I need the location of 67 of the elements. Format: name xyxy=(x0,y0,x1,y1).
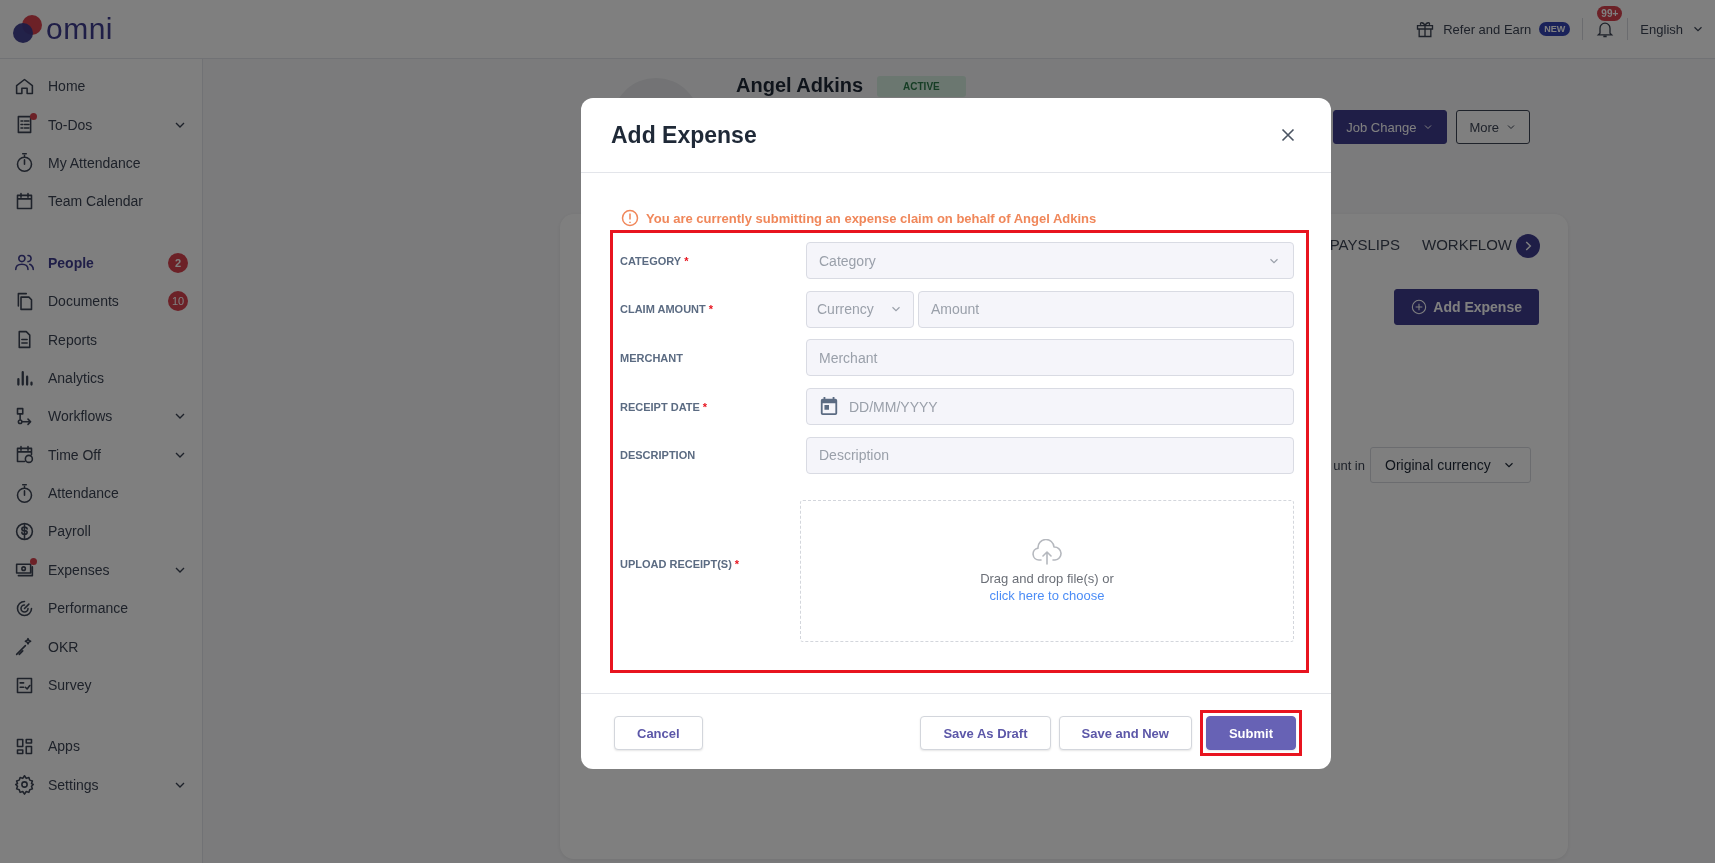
currency-select[interactable]: Original currency xyxy=(1370,447,1531,483)
calendar-icon xyxy=(819,396,839,417)
field-label: MERCHANT xyxy=(620,351,684,364)
status-badge: ACTIVE xyxy=(877,76,966,97)
submit-button[interactable]: Submit xyxy=(1205,716,1296,751)
sidebar-item[interactable]: To-Dos xyxy=(0,105,202,144)
sidebar-item[interactable]: Documents 10 xyxy=(0,281,202,321)
field-label: CLAIM AMOUNT * xyxy=(620,303,715,316)
new-badge: NEW xyxy=(1539,22,1571,36)
sidebar-item[interactable]: Workflows xyxy=(0,397,202,436)
sidebar-item[interactable]: Performance xyxy=(0,589,202,628)
sidebar-item[interactable]: Attendance xyxy=(0,473,202,513)
sidebar-item[interactable]: Time Off xyxy=(0,435,202,474)
stopwatch-icon xyxy=(14,152,35,174)
logo-text: omni xyxy=(46,12,114,46)
amount-field[interactable]: Amount xyxy=(918,290,1294,328)
sidebar-item[interactable]: Expenses xyxy=(0,550,202,590)
sidebar-item[interactable]: My Attendance xyxy=(0,143,202,183)
count-badge: 2 xyxy=(168,252,188,273)
language-select[interactable]: English xyxy=(1640,21,1683,37)
add-expense-button[interactable]: Add Expense xyxy=(1394,289,1539,325)
cloud-upload-icon xyxy=(1031,539,1063,568)
field-label: RECEIPT DATE * xyxy=(620,400,709,413)
sidebar-item[interactable]: Payroll xyxy=(0,512,202,551)
modal-title: Add Expense xyxy=(611,121,757,149)
date-field[interactable]: DD/MM/YYYY xyxy=(806,388,1294,426)
plus-circle-icon xyxy=(1411,299,1428,315)
sidebar-item[interactable]: Analytics xyxy=(0,358,202,398)
upload-hint: Drag and drop file(s) or xyxy=(980,571,1114,587)
footer-button[interactable]: Save and New xyxy=(1058,716,1192,751)
logo-icon xyxy=(10,14,44,44)
notice-text: You are currently submitting an expense claim on behalf of Angel Adkins xyxy=(646,210,1097,226)
tab[interactable]: WORKFLOW xyxy=(1422,235,1512,257)
choose-file-link[interactable]: click here to choose xyxy=(989,588,1105,604)
input-field[interactable]: Merchant xyxy=(806,339,1294,377)
sidebar-item[interactable]: OKR xyxy=(0,627,202,666)
footer-button[interactable]: Save As Draft xyxy=(920,716,1051,751)
settings-icon xyxy=(14,774,35,796)
sidebar-item[interactable]: People 2 xyxy=(0,243,202,282)
warning-icon xyxy=(621,209,639,227)
sidebar-item[interactable]: Team Calendar xyxy=(0,182,202,221)
sidebar-item[interactable]: Reports xyxy=(0,320,202,359)
employee-name: Angel Adkins xyxy=(736,74,864,97)
gift-icon[interactable] xyxy=(1415,19,1436,39)
calendar-clock-icon xyxy=(14,444,35,466)
refer-link[interactable]: Refer and Earn xyxy=(1443,21,1532,37)
field-label: CATEGORY * xyxy=(620,254,690,267)
notification-badge: 99+ xyxy=(1597,6,1623,21)
sidebar-item[interactable]: Home xyxy=(0,67,202,106)
count-badge: 10 xyxy=(168,291,188,312)
sidebar-item[interactable]: Settings xyxy=(0,765,202,805)
field-label: DESCRIPTION xyxy=(620,449,697,462)
calendar-icon xyxy=(14,190,35,212)
currency-label: unt in xyxy=(1333,457,1365,473)
field-label: UPLOAD RECEIPT(S) * xyxy=(620,557,741,570)
category-select[interactable]: Category xyxy=(806,242,1294,279)
input-field[interactable]: Description xyxy=(806,436,1294,474)
footer-button[interactable]: Cancel xyxy=(614,716,703,751)
action-button[interactable]: More xyxy=(1456,110,1530,144)
sidebar-item[interactable]: Survey xyxy=(0,665,202,705)
dollar-icon xyxy=(14,521,35,542)
stopwatch-icon xyxy=(14,482,35,504)
upload-dropzone[interactable]: Drag and drop file(s) or click here to choose xyxy=(800,500,1294,643)
sidebar-item[interactable]: Apps xyxy=(0,727,202,766)
currency-select[interactable]: Currency xyxy=(806,290,914,328)
action-button[interactable]: Job Change xyxy=(1333,110,1448,144)
tab[interactable]: PAYSLIPS xyxy=(1329,235,1400,257)
